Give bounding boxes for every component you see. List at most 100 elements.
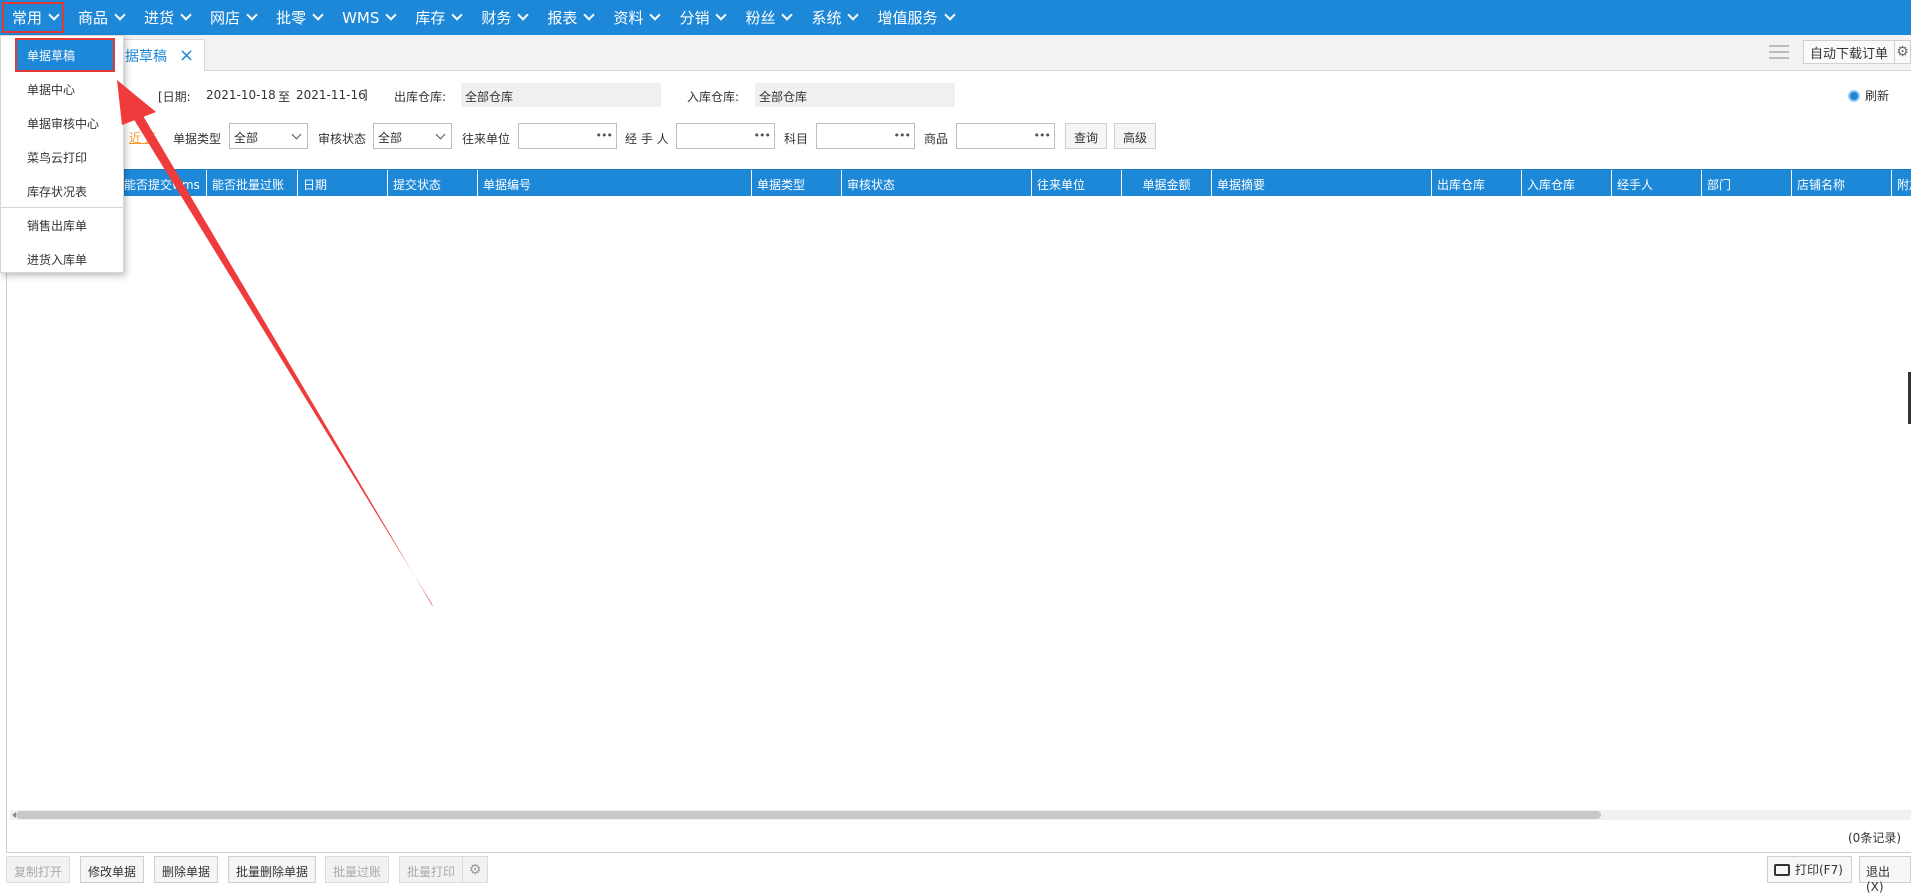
filter-row-search: 近 天 单据类型 全部 审核状态 全部 往来单位 ••• 经 手 人 ••• 科… — [0, 123, 1911, 149]
column-header[interactable]: 单据摘要 — [1211, 170, 1431, 197]
nav-label: 库存 — [415, 9, 446, 27]
chevron-down-icon — [583, 9, 596, 21]
nav-item-value-added[interactable]: 增值服务 — [865, 0, 961, 35]
nav-label: 粉丝 — [745, 9, 776, 27]
grid-header: 能否提交wms 能否批量过账 日期 提交状态 单据编号 单据类型 审核状态 往来… — [6, 169, 1911, 197]
handler-label: 经 手 人 — [625, 132, 669, 146]
partner-label: 往来单位 — [462, 132, 511, 146]
chevron-down-icon — [291, 129, 302, 140]
list-icon[interactable] — [1768, 45, 1789, 59]
advanced-button[interactable]: 高级 — [1114, 123, 1157, 149]
gear-icon[interactable]: ⚙ — [462, 856, 488, 883]
column-header[interactable]: 出库仓库 — [1431, 170, 1521, 197]
print-button[interactable]: 打印(F7) — [1767, 856, 1852, 883]
audit-status-select[interactable]: 全部 — [373, 123, 452, 149]
ellipsis-icon[interactable]: ••• — [1034, 129, 1051, 142]
menu-item-audit-center[interactable]: 单据审核中心 — [1, 106, 124, 140]
nav-item-finance[interactable]: 财务 — [469, 0, 535, 35]
chevron-down-icon — [180, 9, 192, 21]
nav-item-data[interactable]: 资料 — [601, 0, 667, 35]
column-header[interactable]: 日期 — [297, 170, 387, 197]
column-header[interactable]: 入库仓库 — [1521, 170, 1611, 197]
scrollbar-thumb[interactable] — [16, 811, 1601, 819]
refresh-icon — [1848, 89, 1860, 102]
date-to[interactable]: 2021-11-16 — [296, 88, 366, 102]
delete-document-button[interactable]: 删除单据 — [154, 856, 219, 883]
common-menu-dropdown: 单据草稿 单据中心 单据审核中心 菜鸟云打印 库存状况表 销售出库单 进货入库单 — [0, 35, 124, 273]
nav-item-goods[interactable]: 商品 — [66, 0, 132, 35]
menu-item-cainiao-print[interactable]: 菜鸟云打印 — [1, 140, 124, 174]
column-header[interactable]: 单据金额 — [1121, 170, 1211, 197]
nav-item-common[interactable]: 常用 — [0, 0, 66, 35]
auto-download-button[interactable]: 自动下载订单 — [1802, 40, 1895, 64]
product-picker[interactable]: ••• — [956, 123, 1055, 149]
in-warehouse-label: 入库仓库: — [687, 90, 740, 104]
out-warehouse-field[interactable]: 全部仓库 — [461, 83, 661, 107]
batch-post-button[interactable]: 批量过账 — [325, 856, 390, 883]
nav-label: 批零 — [276, 9, 307, 27]
column-header[interactable]: 单据类型 — [751, 170, 841, 197]
handler-picker[interactable]: ••• — [676, 123, 775, 149]
doc-type-label: 单据类型 — [173, 132, 222, 146]
bottom-toolbar: 复制打开 修改单据 删除单据 批量删除单据 批量过账 批量打印 ⚙ 打印(F7)… — [0, 856, 1911, 895]
doc-type-select[interactable]: 全部 — [229, 123, 308, 149]
nav-item-inventory[interactable]: 库存 — [403, 0, 469, 35]
copy-open-button[interactable]: 复制打开 — [6, 856, 71, 883]
nav-label: 增值服务 — [877, 9, 938, 27]
edit-document-button[interactable]: 修改单据 — [80, 856, 145, 883]
horizontal-scrollbar[interactable] — [10, 810, 1911, 820]
refresh-button[interactable]: 刷新 — [1848, 87, 1889, 104]
column-header[interactable]: 店铺名称 — [1791, 170, 1891, 197]
refresh-label: 刷新 — [1865, 89, 1890, 103]
doc-type-value: 全部 — [234, 131, 259, 145]
column-header[interactable]: 能否批量过账 — [206, 170, 297, 197]
date-from[interactable]: 2021-10-18 — [206, 88, 276, 102]
menu-item-stock-status[interactable]: 库存状况表 — [1, 174, 124, 208]
out-warehouse-label: 出库仓库: — [394, 90, 447, 104]
gear-icon[interactable]: ⚙ — [1895, 40, 1911, 64]
nav-item-reports[interactable]: 报表 — [535, 0, 601, 35]
column-header[interactable]: 经手人 — [1611, 170, 1701, 197]
nav-item-purchase[interactable]: 进货 — [132, 0, 198, 35]
in-warehouse-field[interactable]: 全部仓库 — [755, 83, 955, 107]
nav-label: 进货 — [144, 9, 175, 27]
exit-button[interactable]: 退出(X) — [1859, 856, 1911, 894]
chevron-down-icon — [451, 9, 464, 21]
column-header[interactable]: 附加 — [1891, 170, 1911, 197]
column-header[interactable]: 部门 — [1701, 170, 1791, 197]
column-header[interactable]: 提交状态 — [387, 170, 477, 197]
nav-label: 系统 — [811, 9, 842, 27]
query-button[interactable]: 查询 — [1065, 123, 1108, 149]
column-header[interactable]: 能否提交wms — [118, 170, 213, 197]
audit-status-label: 审核状态 — [318, 132, 367, 146]
nav-item-eshop[interactable]: 网店 — [198, 0, 264, 35]
menu-item-document-center[interactable]: 单据中心 — [1, 72, 124, 106]
tab-label: 据草稿 — [125, 48, 167, 65]
filter-row-date: [日期: 2021-10-18 至 2021-11-16 ] 出库仓库: 全部仓… — [0, 83, 1911, 107]
column-header[interactable]: 审核状态 — [841, 170, 1031, 197]
nav-item-system[interactable]: 系统 — [799, 0, 865, 35]
top-nav: 常用 商品 进货 网店 批零 WMS 库存 财务 报表 资料 分销 粉丝 系统 … — [0, 0, 1911, 35]
nav-item-wms[interactable]: WMS — [330, 0, 403, 35]
ellipsis-icon[interactable]: ••• — [754, 129, 771, 142]
batch-delete-button[interactable]: 批量删除单据 — [228, 856, 317, 883]
ellipsis-icon[interactable]: ••• — [596, 129, 613, 142]
menu-item-sales-out[interactable]: 销售出库单 — [1, 208, 124, 242]
recent-days-link[interactable]: 近 天 — [129, 129, 157, 146]
column-header[interactable]: 往来单位 — [1031, 170, 1121, 197]
chevron-down-icon — [847, 9, 860, 21]
menu-item-purchase-in[interactable]: 进货入库单 — [1, 242, 124, 276]
nav-item-fans[interactable]: 粉丝 — [733, 0, 799, 35]
close-icon[interactable]: × — [179, 46, 194, 65]
column-header[interactable]: 单据编号 — [477, 170, 751, 197]
batch-print-button[interactable]: 批量打印 — [399, 856, 464, 883]
tab-drafts[interactable]: 据草稿 × — [110, 39, 206, 71]
scroll-left-icon[interactable] — [12, 812, 16, 818]
nav-item-wholesale[interactable]: 批零 — [264, 0, 330, 35]
ellipsis-icon[interactable]: ••• — [894, 129, 911, 142]
partner-picker[interactable]: ••• — [518, 123, 617, 149]
subject-picker[interactable]: ••• — [816, 123, 915, 149]
nav-item-distribution[interactable]: 分销 — [667, 0, 733, 35]
nav-label: 网店 — [210, 9, 241, 27]
menu-item-drafts[interactable]: 单据草稿 — [15, 38, 115, 72]
